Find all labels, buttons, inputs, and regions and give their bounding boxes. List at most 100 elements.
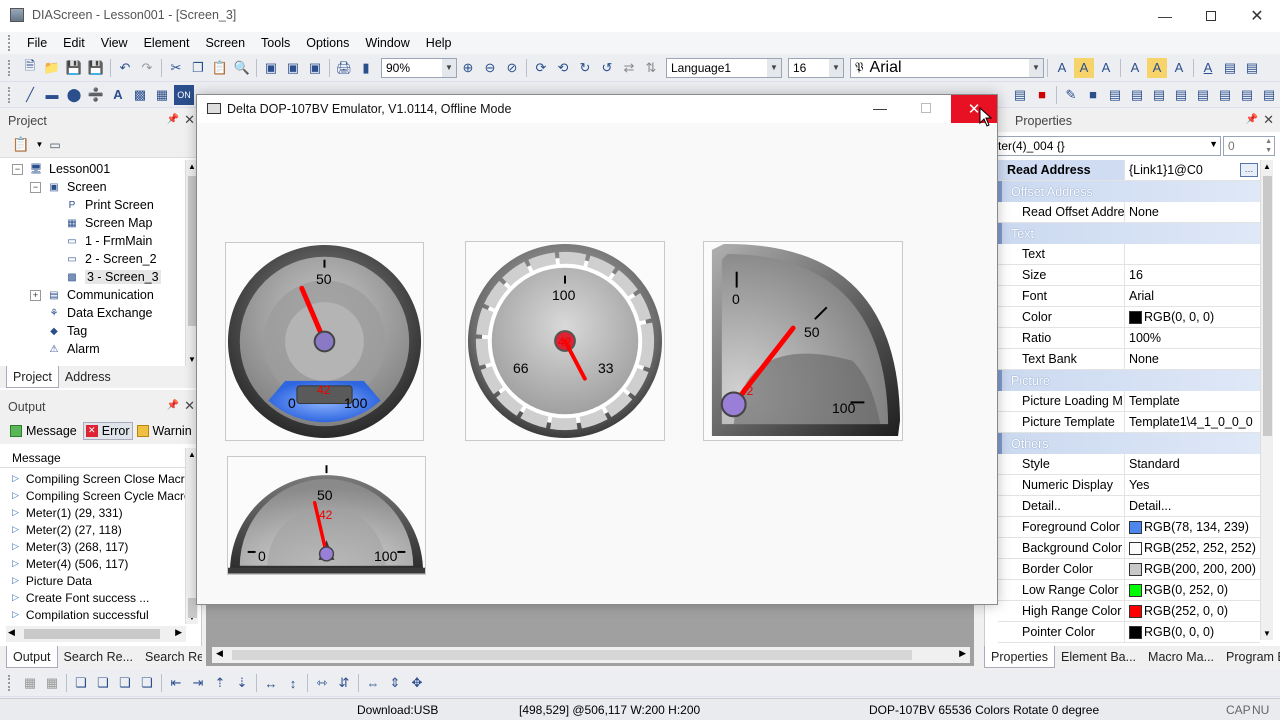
prop-value-cell[interactable]: None — [1125, 349, 1260, 369]
align-top-icon[interactable]: ▤ — [1171, 85, 1191, 105]
open-folder-icon[interactable]: 📁 — [42, 58, 62, 78]
ellipsis-button[interactable]: … — [1240, 163, 1258, 177]
pin-icon[interactable]: 📌 — [167, 114, 179, 125]
menu-window[interactable]: Window — [357, 36, 417, 50]
tab-properties[interactable]: Properties — [984, 646, 1055, 668]
tree-item-data-exchange[interactable]: ⚘ Data Exchange — [30, 304, 153, 322]
paste-icon[interactable]: 📋 — [210, 58, 230, 78]
align-bottom-icon[interactable]: ▤ — [1215, 85, 1235, 105]
prop-detail[interactable]: Detail.. Detail... — [998, 496, 1260, 517]
menu-edit[interactable]: Edit — [55, 36, 93, 50]
object-selector-combo[interactable]: ter(4)_004 {} ▼ — [993, 136, 1221, 156]
text-shadow-icon[interactable]: A — [1169, 58, 1189, 78]
expand-arrow-icon[interactable]: ▷ — [12, 541, 19, 552]
tree-item-screen-map[interactable]: ▦ Screen Map — [48, 214, 152, 232]
center-vertical-icon[interactable]: ↕ — [283, 673, 303, 693]
save-icon[interactable]: 💾 — [64, 58, 84, 78]
distribute-icon[interactable]: ▤ — [1237, 85, 1257, 105]
rotate-icon[interactable]: ⟳ — [531, 58, 551, 78]
expand-arrow-icon[interactable]: ▷ — [12, 524, 19, 535]
space-vertical-icon[interactable]: ⇵ — [334, 673, 354, 693]
find-icon[interactable]: 🔍 — [232, 58, 252, 78]
filter-error[interactable]: ✕ Error — [82, 422, 133, 440]
font-size-combo[interactable]: 16 ▼ — [788, 57, 844, 78]
picture-icon[interactable]: ▩ — [130, 85, 150, 105]
prop-value-cell[interactable] — [1125, 244, 1260, 264]
tree-item-3-screen-3[interactable]: ▩ 3 - Screen_3 — [48, 268, 161, 286]
expand-arrow-icon[interactable]: ▷ — [12, 473, 19, 484]
tab-element-bank[interactable]: Element Ba... — [1055, 646, 1142, 668]
scroll-right-icon[interactable]: ▶ — [175, 627, 182, 638]
redo-icon[interactable]: ↷ — [137, 58, 157, 78]
prop-foreground-color[interactable]: Foreground Color RGB(78, 134, 239) — [998, 517, 1260, 538]
close-icon[interactable]: ✕ — [184, 112, 195, 128]
line-icon[interactable]: ╱ — [20, 85, 40, 105]
prop-numeric-display[interactable]: Numeric Display Yes — [998, 475, 1260, 496]
expand-toggle-icon[interactable]: + — [30, 289, 41, 301]
prop-value-cell[interactable]: 16 — [1125, 265, 1260, 285]
prop-border-color[interactable]: Border Color RGB(200, 200, 200) — [998, 559, 1260, 580]
space-horizontal-icon[interactable]: ⇿ — [312, 673, 332, 693]
align-top-icon[interactable]: ⇡ — [210, 673, 230, 693]
same-height-icon[interactable]: ⇕ — [385, 673, 405, 693]
font-decrease-icon[interactable]: A — [1096, 58, 1116, 78]
align-icon[interactable]: ▤ — [1220, 58, 1240, 78]
expand-arrow-icon[interactable]: ▷ — [12, 575, 19, 586]
prop-read-offset-addre[interactable]: Read Offset Addre None — [998, 202, 1260, 223]
flip-horizontal-icon[interactable]: ⇄ — [619, 58, 639, 78]
prop-font[interactable]: Font Arial — [998, 286, 1260, 307]
prop-value-cell[interactable]: RGB(78, 134, 239) — [1125, 517, 1260, 537]
prop-value-cell[interactable]: RGB(252, 252, 252) — [1125, 538, 1260, 558]
filter-message[interactable]: Message — [10, 424, 77, 438]
scroll-left-icon[interactable]: ◀ — [8, 627, 15, 638]
bring-forward-icon[interactable]: ❏ — [115, 673, 135, 693]
circle-icon[interactable]: ⬤ — [64, 85, 84, 105]
zoom-out-icon[interactable]: ⊖ — [480, 58, 500, 78]
flip-icon[interactable]: ↺ — [597, 58, 617, 78]
prop-value-cell[interactable]: None — [1125, 202, 1260, 222]
minimize-button[interactable]: — — [1142, 0, 1188, 32]
close-button[interactable]: ✕ — [1234, 0, 1280, 32]
pin-icon[interactable]: 📌 — [1246, 114, 1258, 125]
spinner-arrows-icon[interactable]: ▲ ▼ — [1265, 137, 1272, 155]
align-left-icon[interactable]: ▤ — [1105, 85, 1125, 105]
menu-screen[interactable]: Screen — [197, 36, 253, 50]
filter-warning[interactable]: Warnin — [136, 424, 192, 438]
output-message-row[interactable]: ▷ Create Font success ... — [12, 589, 149, 606]
chevron-down-icon[interactable]: ▼ — [35, 140, 43, 149]
bring-front-icon[interactable]: ❏ — [71, 673, 91, 693]
prop-category-offset-address[interactable]: Offset Address — [998, 181, 1260, 202]
flip-vertical-icon[interactable]: ⇅ — [641, 58, 661, 78]
align-right-icon[interactable]: ▤ — [1149, 85, 1169, 105]
menu-view[interactable]: View — [93, 36, 136, 50]
same-size-icon[interactable]: ▤ — [1259, 85, 1279, 105]
align-left-icon[interactable]: ⇤ — [166, 673, 186, 693]
output-message-row[interactable]: ▷ Picture Data — [12, 572, 92, 589]
tree-item-lesson001[interactable]: − 🖥 Lesson001 — [12, 160, 110, 178]
language-combo[interactable]: Language1 ▼ — [666, 57, 782, 78]
cut-icon[interactable]: ✂ — [166, 58, 186, 78]
text-style-icon[interactable]: A — [1125, 58, 1145, 78]
scroll-up-icon[interactable]: ▲ — [188, 450, 196, 459]
output-message-row[interactable]: ▷ Meter(1) (29, 331) — [12, 504, 123, 521]
tab-address[interactable]: Address — [59, 366, 117, 388]
tree-item-alarm[interactable]: ⚠ Alarm — [30, 340, 100, 358]
more-icon[interactable]: ▤ — [1242, 58, 1262, 78]
prop-category-picture[interactable]: Picture — [998, 370, 1260, 391]
prop-category-text[interactable]: Text — [998, 223, 1260, 244]
prop-value-cell[interactable]: 100% — [1125, 328, 1260, 348]
rotate-left-icon[interactable]: ⟲ — [553, 58, 573, 78]
prop-read-address[interactable]: Read Address {Link1}1@C0 … — [998, 160, 1260, 181]
emulator-maximize-button[interactable] — [921, 103, 931, 113]
tree-item-tag[interactable]: ◆ Tag — [30, 322, 87, 340]
prop-value-cell[interactable]: RGB(0, 0, 0) — [1125, 307, 1260, 327]
table-icon[interactable]: ▦ — [152, 85, 172, 105]
send-back-icon[interactable]: ❏ — [93, 673, 113, 693]
prop-high-range-color[interactable]: High Range Color RGB(252, 0, 0) — [998, 601, 1260, 622]
screen-icon[interactable]: ▣ — [261, 58, 281, 78]
expand-arrow-icon[interactable]: ▷ — [12, 592, 19, 603]
prop-background-color[interactable]: Background Color RGB(252, 252, 252) — [998, 538, 1260, 559]
tab-macro-manager[interactable]: Macro Ma... — [1142, 646, 1220, 668]
save-as-icon[interactable]: 💾 — [86, 58, 106, 78]
prop-value-cell[interactable]: Yes — [1125, 475, 1260, 495]
